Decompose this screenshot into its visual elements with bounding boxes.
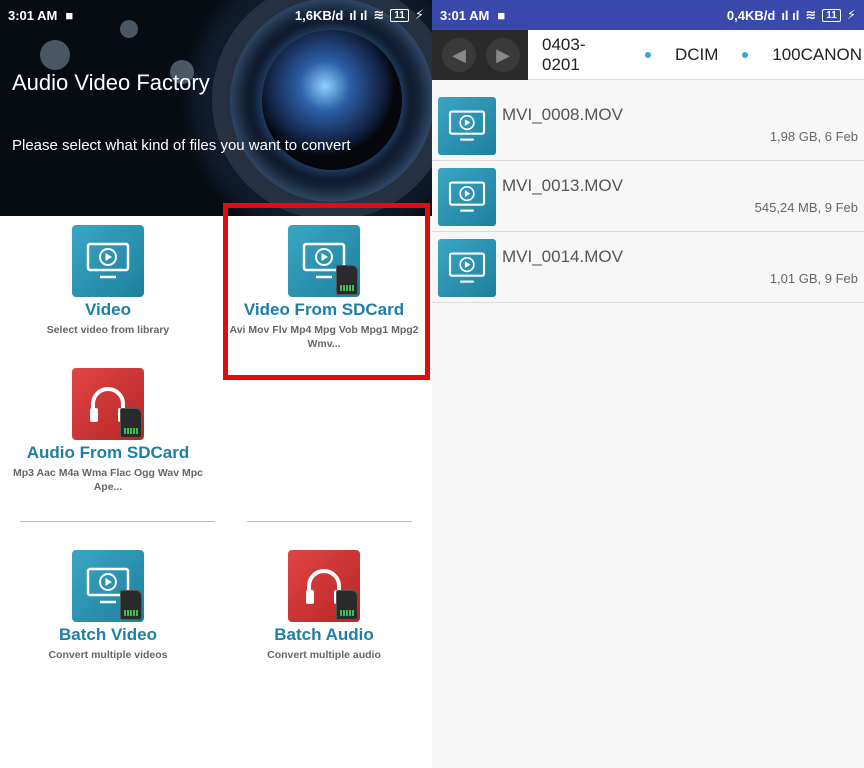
tile-title: Batch Audio xyxy=(274,625,374,644)
divider xyxy=(247,521,412,522)
file-name: MVI_0008.MOV xyxy=(502,105,623,124)
status-bar: 3:01 AM ■ 1,6KB/d ıl ıl ≋ 11 ⚡ xyxy=(0,0,432,30)
audio-from-sdcard-tile[interactable]: Audio From SDCard Mp3 Aac M4a Wma Flac O… xyxy=(8,368,208,494)
file-meta: 1,98 GB, 6 Feb xyxy=(769,129,858,144)
tile-subtitle: Select video from library xyxy=(46,324,170,336)
tile-subtitle: Mp3 Aac M4a Wma Flac Ogg Wav Mpc Ape... xyxy=(12,467,203,493)
breadcrumb-item[interactable]: 0403-0201 xyxy=(540,35,623,75)
app-title: Audio Video Factory xyxy=(12,70,210,95)
file-row[interactable]: MVI_0008.MOV 1,98 GB, 6 Feb xyxy=(432,91,864,161)
video-record-icon: ■ xyxy=(497,7,506,23)
file-name: MVI_0013.MOV xyxy=(502,176,623,195)
file-name: MVI_0014.MOV xyxy=(502,247,623,266)
batch-audio-tile[interactable]: Batch Audio Convert multiple audio xyxy=(224,550,424,662)
file-meta: 1,01 GB, 9 Feb xyxy=(769,271,858,286)
wifi-icon: ≋ xyxy=(805,7,817,22)
forward-arrow-icon[interactable]: ▶ xyxy=(486,38,520,72)
network-speed: 0,4KB/d xyxy=(726,7,776,23)
right-screen: 3:01 AM ■ 0,4KB/d ıl ıl ≋ 11 ⚡ ◀ ▶ 0403-… xyxy=(432,0,864,768)
file-row[interactable]: MVI_0013.MOV 545,24 MB, 9 Feb xyxy=(432,162,864,232)
sdcard-icon xyxy=(120,408,142,438)
status-bar: 3:01 AM ■ 0,4KB/d ıl ıl ≋ 11 ⚡ xyxy=(432,0,864,30)
sdcard-icon xyxy=(336,590,358,620)
signal-icon: ıl ıl xyxy=(349,7,368,23)
tile-title: Batch Video xyxy=(59,625,157,644)
charging-icon: ⚡ xyxy=(414,7,424,22)
breadcrumb-separator xyxy=(645,52,651,58)
monitor-play-sdcard-icon xyxy=(72,550,144,622)
battery-icon: 11 xyxy=(390,8,409,22)
breadcrumb: 0403-0201 DCIM 100CANON xyxy=(540,30,864,80)
app-subtitle: Please select what kind of files you wan… xyxy=(12,137,351,154)
headphones-sdcard-icon xyxy=(288,550,360,622)
left-screen: 3:01 AM ■ 1,6KB/d ıl ıl ≋ 11 ⚡ Audio Vid… xyxy=(0,0,432,768)
nav-buttons: ◀ ▶ xyxy=(432,30,528,80)
status-time: 3:01 AM xyxy=(440,7,490,23)
tile-subtitle: Convert multiple videos xyxy=(48,649,168,661)
wifi-icon: ≋ xyxy=(373,7,385,22)
tile-title: Audio From SDCard xyxy=(26,443,190,462)
video-file-icon xyxy=(438,239,496,297)
network-speed: 1,6KB/d xyxy=(294,7,344,23)
tile-subtitle: Convert multiple audio xyxy=(267,649,381,661)
video-file-icon xyxy=(438,97,496,155)
breadcrumb-separator xyxy=(742,52,749,58)
breadcrumb-item[interactable]: DCIM xyxy=(673,45,720,65)
charging-icon: ⚡ xyxy=(846,7,856,22)
batch-video-tile[interactable]: Batch Video Convert multiple videos xyxy=(8,550,208,662)
sdcard-icon xyxy=(120,590,142,620)
back-arrow-icon[interactable]: ◀ xyxy=(442,38,476,72)
video-record-icon: ■ xyxy=(65,7,74,23)
highlight-box xyxy=(223,203,430,380)
breadcrumb-item[interactable]: 100CANON xyxy=(770,45,864,65)
battery-icon: 11 xyxy=(822,8,841,22)
path-toolbar: ◀ ▶ 0403-0201 DCIM 100CANON xyxy=(432,30,864,80)
tile-title: Video xyxy=(85,300,131,319)
status-time: 3:01 AM xyxy=(8,7,58,23)
file-row[interactable]: MVI_0014.MOV 1,01 GB, 9 Feb xyxy=(432,233,864,303)
divider xyxy=(20,521,215,522)
monitor-play-icon xyxy=(72,225,144,297)
headphones-sdcard-icon xyxy=(72,368,144,440)
bokeh-light xyxy=(40,40,70,70)
file-meta: 545,24 MB, 9 Feb xyxy=(754,200,858,215)
signal-icon: ıl ıl xyxy=(781,7,800,23)
video-tile[interactable]: Video Select video from library xyxy=(8,225,208,337)
video-file-icon xyxy=(438,168,496,226)
hero-banner: 3:01 AM ■ 1,6KB/d ıl ıl ≋ 11 ⚡ Audio Vid… xyxy=(0,0,432,216)
